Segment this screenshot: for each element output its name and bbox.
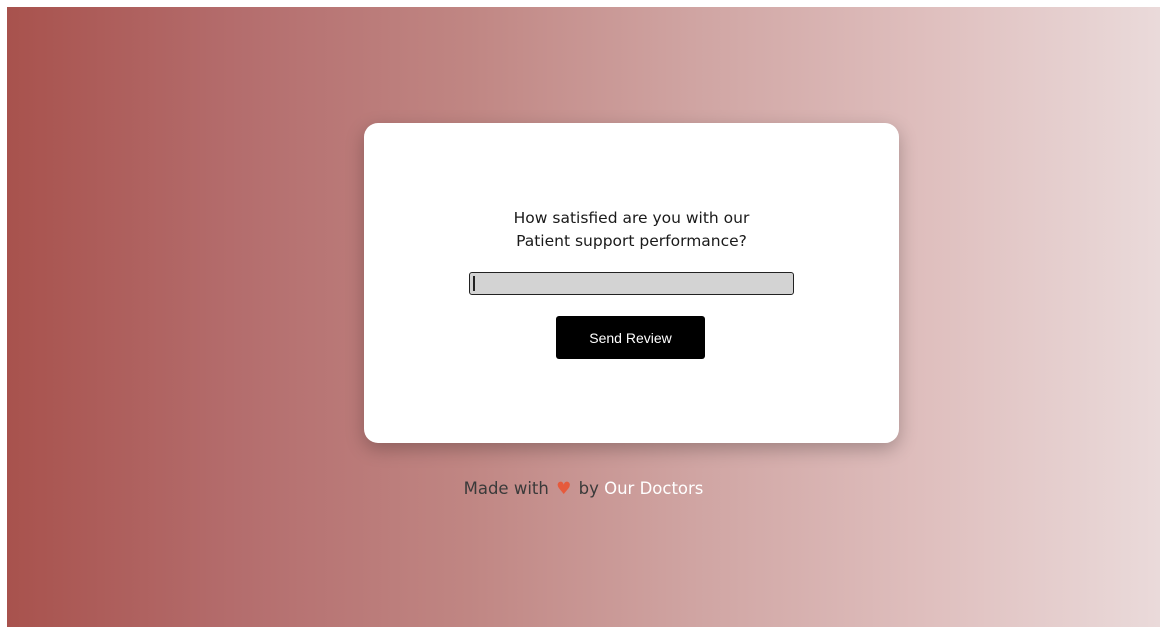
text-caret xyxy=(473,276,475,291)
footer-middle: by xyxy=(578,479,599,498)
footer-prefix: Made with xyxy=(463,479,549,498)
send-review-button[interactable]: Send Review xyxy=(556,316,705,359)
review-input[interactable] xyxy=(469,272,794,295)
survey-question: How satisfied are you with our Patient s… xyxy=(364,207,899,253)
footer-credit: Made with ♥ by Our Doctors xyxy=(7,479,1160,499)
heart-icon: ♥ xyxy=(556,479,572,499)
question-line-2: Patient support performance? xyxy=(516,232,747,250)
page-background: How satisfied are you with our Patient s… xyxy=(7,7,1160,627)
question-line-1: How satisfied are you with our xyxy=(513,209,750,227)
review-card: How satisfied are you with our Patient s… xyxy=(364,123,899,443)
our-doctors-link[interactable]: Our Doctors xyxy=(604,479,703,498)
